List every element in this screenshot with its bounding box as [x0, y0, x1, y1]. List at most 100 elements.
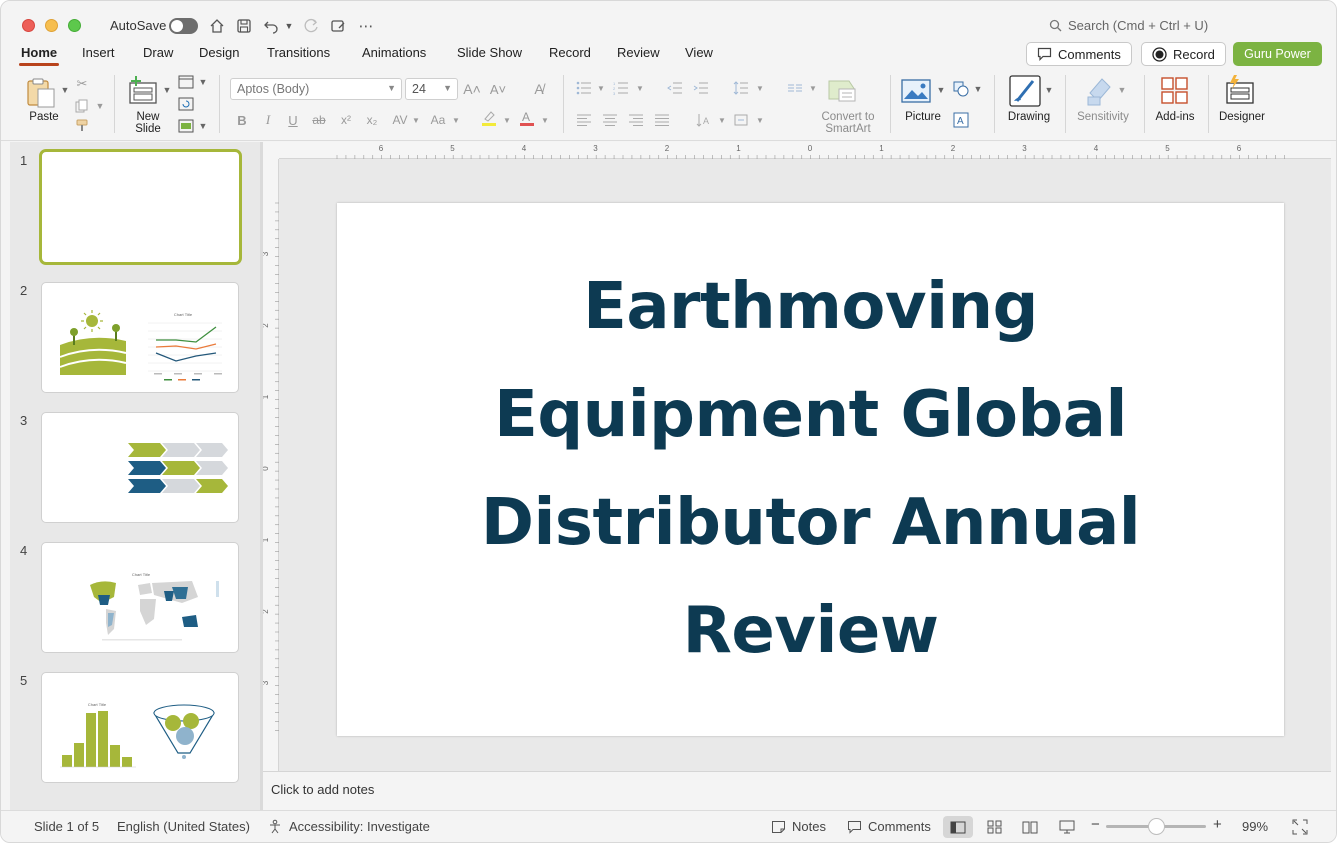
tab-record[interactable]: Record	[549, 45, 591, 60]
zoom-in-button[interactable]: +	[1213, 816, 1222, 833]
font-name-select[interactable]: Aptos (Body) ▼	[230, 78, 402, 100]
section-dropdown-icon[interactable]: ▼	[194, 117, 212, 135]
save-icon[interactable]	[234, 16, 254, 36]
spacing-dropdown-icon[interactable]: ▼	[407, 111, 425, 129]
drawing-dropdown-icon[interactable]: ▼	[1040, 81, 1058, 99]
case-dropdown-icon[interactable]: ▼	[447, 111, 465, 129]
paste-dropdown-icon[interactable]: ▼	[56, 81, 74, 99]
bold-icon[interactable]: B	[233, 111, 251, 129]
comments-toggle-button[interactable]: Comments	[847, 819, 931, 834]
slide-sorter-view-button[interactable]	[980, 816, 1010, 838]
bullets-icon[interactable]	[575, 79, 593, 97]
font-size-select[interactable]: 24 ▼	[405, 78, 458, 100]
align-text-icon[interactable]	[732, 111, 750, 129]
minimize-window-button[interactable]	[45, 19, 58, 32]
grow-font-icon[interactable]: A˄	[463, 80, 481, 98]
home-icon[interactable]	[207, 16, 227, 36]
copy-icon[interactable]	[73, 97, 91, 115]
line-spacing-icon[interactable]	[732, 79, 750, 97]
undo-icon[interactable]	[261, 16, 281, 36]
align-center-icon[interactable]	[601, 111, 619, 129]
sensitivity-button[interactable]	[1086, 75, 1114, 110]
picture-button[interactable]	[901, 77, 931, 108]
autosave-toggle[interactable]	[169, 18, 198, 34]
justify-icon[interactable]	[653, 111, 671, 129]
redo-icon[interactable]	[301, 16, 321, 36]
designer-button[interactable]	[1225, 74, 1257, 109]
text-box-icon[interactable]: A	[952, 111, 970, 129]
guru-power-button[interactable]: Guru Power	[1233, 42, 1322, 66]
convert-to-smartart-button[interactable]	[827, 77, 859, 106]
notes-toggle-button[interactable]: Notes	[771, 819, 826, 834]
vertical-ruler[interactable]: 3 2 1 0 1 2 3	[261, 159, 279, 771]
drawing-button[interactable]	[1009, 75, 1041, 110]
comments-button[interactable]: Comments	[1026, 42, 1132, 66]
highlight-icon[interactable]	[480, 109, 498, 127]
slide-canvas[interactable]: Earthmoving Equipment Global Distributor…	[337, 203, 1284, 736]
reading-view-button[interactable]	[1015, 816, 1045, 838]
horizontal-ruler[interactable]: 6 5 4 3 2 1 0 1 2 3 4 5 6	[279, 142, 1331, 159]
addins-button[interactable]	[1160, 76, 1190, 109]
close-window-button[interactable]	[22, 19, 35, 32]
shrink-font-icon[interactable]: A˅	[489, 80, 507, 98]
slide-title[interactable]: Earthmoving Equipment Global Distributor…	[397, 253, 1224, 685]
copy-dropdown-icon[interactable]: ▼	[91, 97, 109, 115]
new-slide-button[interactable]	[128, 75, 160, 110]
undo-dropdown-icon[interactable]: ▼	[282, 16, 296, 36]
section-icon[interactable]	[177, 117, 195, 135]
bullets-dropdown-icon[interactable]: ▼	[592, 79, 610, 97]
subscript-icon[interactable]: x₂	[363, 111, 381, 129]
zoom-slider-handle[interactable]	[1148, 818, 1165, 835]
tab-slide-show[interactable]: Slide Show	[457, 45, 522, 60]
align-right-icon[interactable]	[627, 111, 645, 129]
decrease-indent-icon[interactable]	[666, 79, 684, 97]
zoom-window-button[interactable]	[68, 19, 81, 32]
sensitivity-dropdown-icon[interactable]: ▼	[1113, 81, 1131, 99]
text-direction-dropdown-icon[interactable]: ▼	[713, 111, 731, 129]
paste-button[interactable]	[25, 77, 57, 112]
shapes-dropdown-icon[interactable]: ▼	[969, 80, 987, 98]
tab-review[interactable]: Review	[617, 45, 660, 60]
zoom-level[interactable]: 99%	[1242, 819, 1268, 834]
numbering-dropdown-icon[interactable]: ▼	[631, 79, 649, 97]
record-button[interactable]: Record	[1141, 42, 1226, 66]
normal-view-button[interactable]	[943, 816, 973, 838]
slide-thumbnail-4[interactable]: Chart Title	[41, 542, 239, 653]
font-color-icon[interactable]: A	[518, 109, 536, 127]
zoom-out-button[interactable]: −	[1091, 816, 1100, 833]
line-spacing-dropdown-icon[interactable]: ▼	[751, 79, 769, 97]
fit-to-window-button[interactable]	[1285, 816, 1315, 838]
search-box[interactable]: Search (Cmd + Ctrl + U)	[1049, 18, 1208, 33]
strikethrough-icon[interactable]: ab	[310, 111, 328, 129]
align-left-icon[interactable]	[575, 111, 593, 129]
italic-icon[interactable]: I	[259, 111, 277, 129]
increase-indent-icon[interactable]	[692, 79, 710, 97]
slide-thumbnail-1[interactable]	[39, 149, 242, 265]
tab-design[interactable]: Design	[199, 45, 239, 60]
tab-transitions[interactable]: Transitions	[267, 45, 330, 60]
underline-icon[interactable]: U	[284, 111, 302, 129]
cut-icon[interactable]: ✂	[73, 75, 91, 93]
accessibility-button[interactable]: Accessibility: Investigate	[268, 819, 430, 834]
tab-insert[interactable]: Insert	[82, 45, 115, 60]
layout-icon[interactable]	[177, 73, 195, 91]
slide-thumbnail-3[interactable]	[41, 412, 239, 523]
more-options-icon[interactable]: ⋯	[356, 16, 376, 36]
slide-thumbnail-5[interactable]: Chart Title	[41, 672, 239, 783]
columns-dropdown-icon[interactable]: ▼	[804, 79, 822, 97]
highlight-dropdown-icon[interactable]: ▼	[498, 111, 516, 129]
shapes-icon[interactable]	[952, 80, 970, 98]
slide-thumbnail-2[interactable]: Chart Title	[41, 282, 239, 393]
picture-dropdown-icon[interactable]: ▼	[932, 81, 950, 99]
font-color-dropdown-icon[interactable]: ▼	[536, 111, 554, 129]
slideshow-view-button[interactable]	[1052, 816, 1082, 838]
clear-formatting-icon[interactable]: A̸	[530, 80, 548, 98]
reset-icon[interactable]	[177, 95, 195, 113]
superscript-icon[interactable]: x²	[337, 111, 355, 129]
layout-dropdown-icon[interactable]: ▼	[194, 73, 212, 91]
tab-view[interactable]: View	[685, 45, 713, 60]
align-text-dropdown-icon[interactable]: ▼	[751, 111, 769, 129]
numbering-icon[interactable]: 123	[612, 79, 630, 97]
customize-icon[interactable]	[328, 16, 348, 36]
tab-animations[interactable]: Animations	[362, 45, 426, 60]
